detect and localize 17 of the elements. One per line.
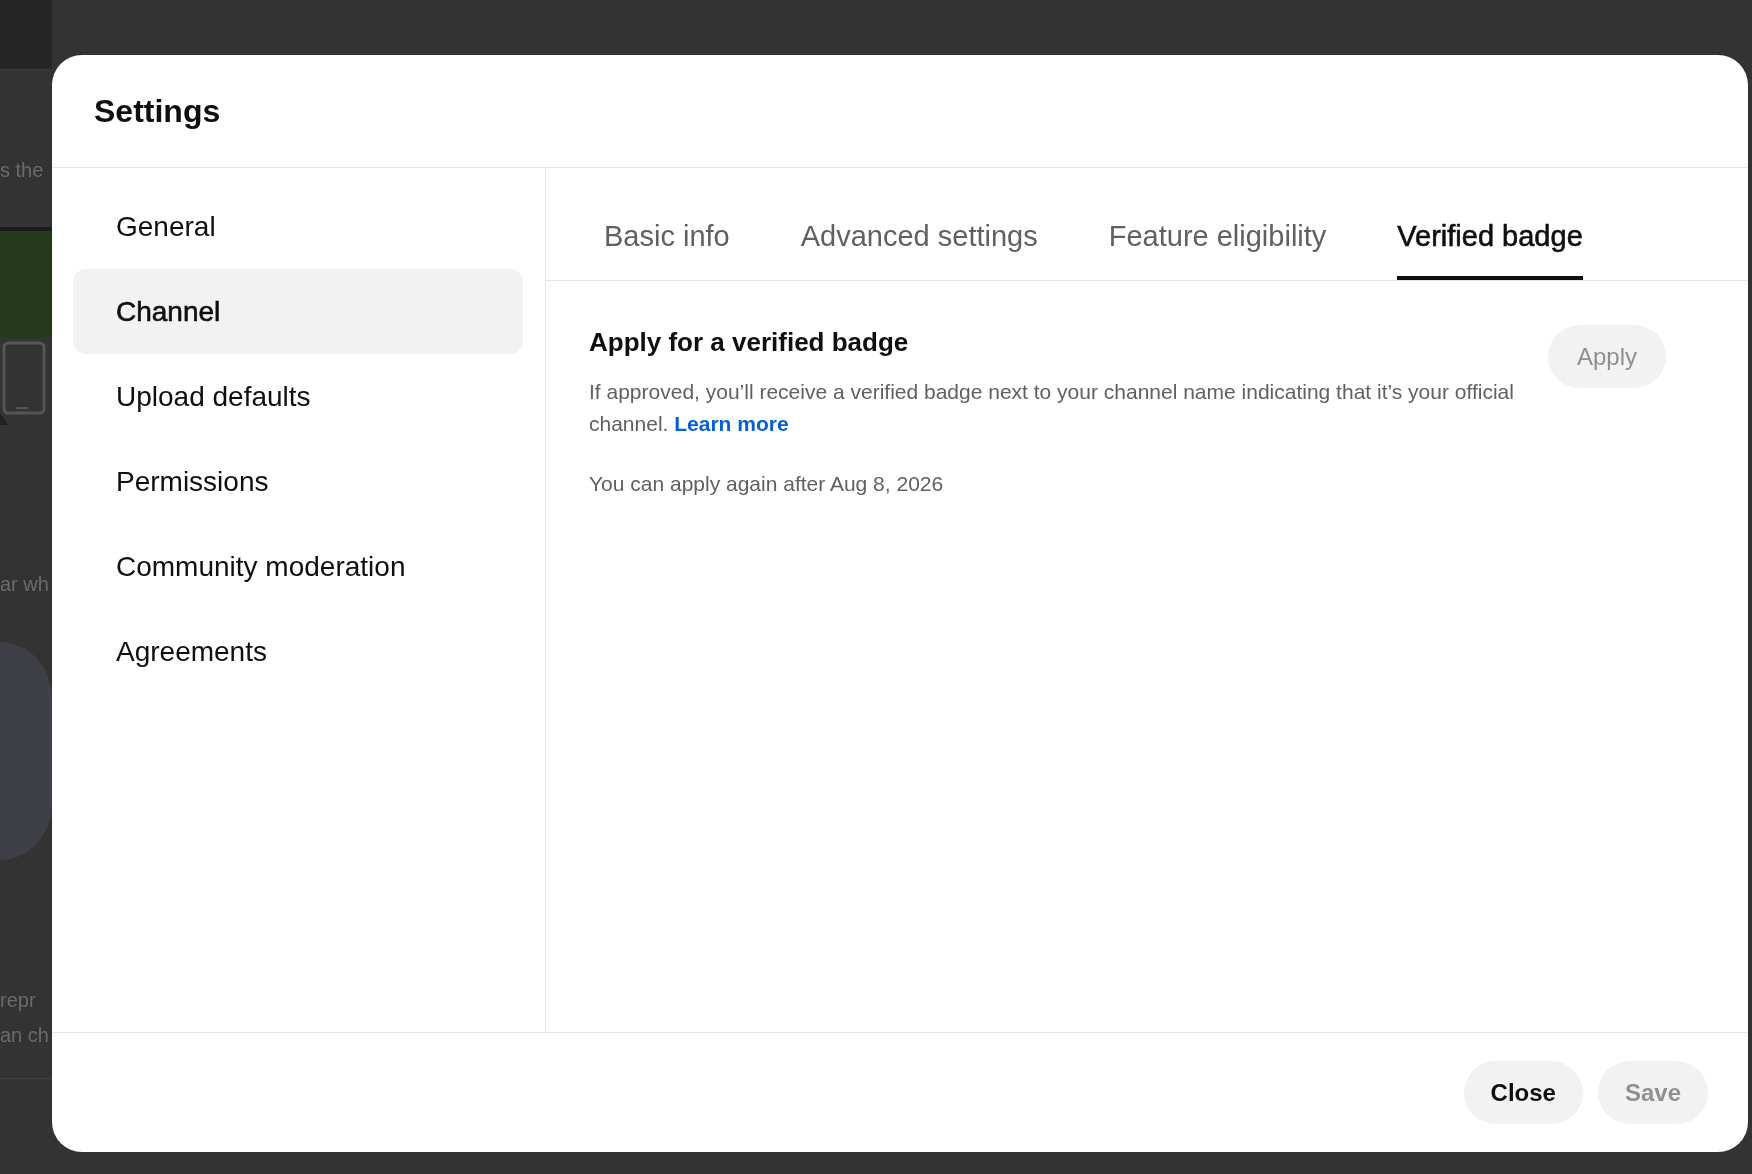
sidebar-item[interactable]: Channel (73, 269, 523, 354)
tab[interactable]: Advanced settings (800, 192, 1038, 280)
section-title: Apply for a verified badge (589, 326, 910, 359)
sidebar-item[interactable]: General (73, 184, 523, 269)
phone-icon (0, 341, 46, 425)
footer-button[interactable]: Close (1463, 1061, 1583, 1124)
sidebar-item[interactable]: Upload defaults (73, 354, 523, 439)
learn-more-link[interactable]: Learn more (674, 412, 789, 435)
tab[interactable]: Feature eligibility (1108, 192, 1327, 280)
sidebar-item[interactable]: Community moderation (73, 524, 523, 609)
apply-again-note: You can apply again after Aug 8, 2026 (589, 471, 945, 497)
dialog-title: Settings (94, 92, 221, 131)
sidebar-item[interactable]: Permissions (73, 439, 523, 524)
tab[interactable]: Verified badge (1397, 192, 1583, 280)
tab[interactable]: Basic info (604, 192, 730, 280)
description-text: If approved, you’ll receive a verified badge next to your channel name indicating that it’s your official channel. Learn more (589, 379, 1515, 437)
sidebar-item[interactable]: Agreements (73, 609, 523, 694)
